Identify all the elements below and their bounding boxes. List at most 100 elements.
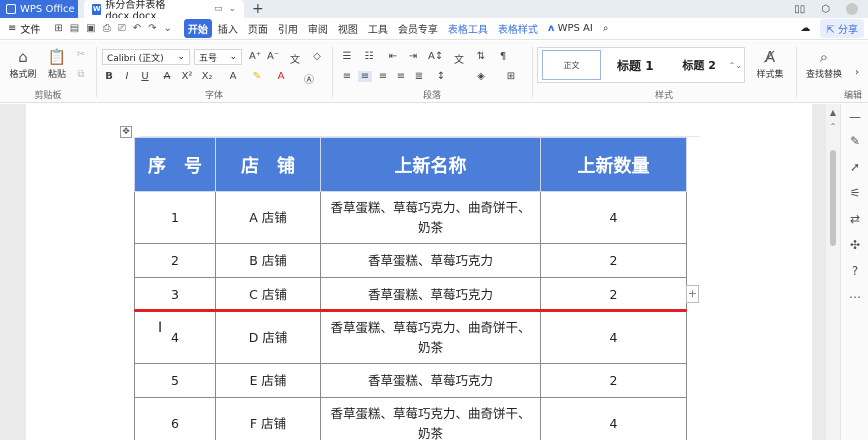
new-file-icon[interactable]: ⊞ (54, 23, 62, 34)
table-cell[interactable]: 4 (134, 311, 216, 364)
document-tab[interactable]: W 拆分合并表格docx.docx ▭ ⌄ (84, 0, 244, 22)
collapse-icon[interactable]: — (848, 110, 862, 124)
style-normal[interactable]: 正文 (542, 50, 601, 80)
style-heading1[interactable]: 标题 1 (601, 50, 670, 80)
table-cell[interactable]: 4 (540, 397, 687, 440)
file-menu[interactable]: ≡ 文件 (0, 21, 48, 36)
char-border-icon[interactable]: Ⓐ (302, 71, 316, 86)
align-center-icon[interactable]: ≡ (358, 71, 372, 82)
save-icon[interactable]: ▣ (86, 23, 95, 34)
chevron-down-icon[interactable]: ⌄ (163, 23, 171, 34)
find-replace-button[interactable]: ⌕ 查找替换 (802, 47, 846, 80)
app-tab[interactable]: WPS Office (0, 0, 78, 18)
strikethrough-icon[interactable]: A (160, 71, 174, 82)
table-cell[interactable]: 香草蛋糕、草莓巧克力 (320, 277, 541, 312)
print-icon[interactable]: ⎚ (118, 23, 126, 34)
tab-wps-ai[interactable]: ʌ WPS AI (544, 21, 597, 36)
table-cell[interactable]: E 店铺 (215, 363, 321, 398)
show-marks-icon[interactable]: ¶ (496, 51, 510, 62)
cut-icon[interactable]: ✂ (74, 49, 88, 60)
tab-insert[interactable]: 插入 (214, 19, 242, 38)
tab-references[interactable]: 引用 (274, 19, 302, 38)
text-effect-icon[interactable]: A (226, 71, 240, 82)
table-cell[interactable]: 5 (134, 363, 216, 398)
tab-page[interactable]: 页面 (244, 19, 272, 38)
table-cell[interactable]: F 店铺 (215, 397, 321, 440)
table-cell[interactable]: B 店铺 (215, 243, 321, 278)
table-cell[interactable]: 4 (540, 311, 687, 364)
table-cell[interactable]: C 店铺 (215, 277, 321, 312)
tab-review[interactable]: 审阅 (304, 19, 332, 38)
shrink-font-icon[interactable]: A⁻ (266, 51, 280, 62)
header-cell-item-count[interactable]: 上新数量 (540, 137, 687, 192)
style-set-button[interactable]: A̸ 样式集 (750, 47, 790, 80)
open-icon[interactable]: ▤ (70, 23, 79, 34)
tab-table-style[interactable]: 表格样式 (494, 19, 542, 38)
clear-format-icon[interactable]: ◇ (310, 51, 324, 62)
avatar[interactable] (846, 3, 858, 15)
chevron-down-icon[interactable]: ⌄ (228, 4, 236, 14)
tools-icon[interactable]: ✣ (848, 238, 862, 252)
print-preview-icon[interactable]: ⎙ (103, 23, 111, 34)
tab-home[interactable]: 开始 (183, 19, 212, 38)
table-cell[interactable]: 香草蛋糕、草莓巧克力、曲奇饼干、奶茶 (320, 191, 541, 244)
cube-icon[interactable]: ⬡ (821, 4, 830, 15)
phonetic-icon[interactable]: 文 (288, 51, 302, 66)
table-cell[interactable]: 香草蛋糕、草莓巧克力、曲奇饼干、奶茶 (320, 311, 541, 364)
grow-font-icon[interactable]: A⁺ (248, 51, 262, 62)
undo-icon[interactable]: ↶ (133, 23, 141, 34)
table-cell[interactable]: 2 (540, 363, 687, 398)
scroll-up-page-icon[interactable]: ⌃ (826, 122, 840, 131)
table-cell[interactable]: 2 (134, 243, 216, 278)
table-cell[interactable]: 2 (540, 243, 687, 278)
numbered-list-icon[interactable]: ☷ (362, 51, 376, 62)
table-cell[interactable]: D 店铺 (215, 311, 321, 364)
font-name-select[interactable]: Calibri (正文) ⌄ (102, 49, 190, 65)
superscript-icon[interactable]: X² (180, 71, 194, 82)
subscript-icon[interactable]: X₂ (200, 71, 214, 82)
more-icon[interactable]: ⋯ (848, 290, 862, 304)
table-cell[interactable]: 4 (540, 191, 687, 244)
table-cell[interactable]: 香草蛋糕、草莓巧克力、曲奇饼干、奶茶 (320, 397, 541, 440)
tab-view[interactable]: 视图 (334, 19, 362, 38)
translate-icon[interactable]: ⇄ (848, 212, 862, 226)
layout-icon[interactable]: ▯▯ (794, 4, 805, 15)
underline-icon[interactable]: U (138, 71, 152, 82)
bullet-list-icon[interactable]: ☰ (340, 51, 354, 62)
justify-icon[interactable]: ≡ (394, 71, 408, 82)
cloud-icon[interactable]: ☁ (800, 23, 810, 34)
table-cell[interactable]: A 店铺 (215, 191, 321, 244)
chinese-layout-icon[interactable]: 文 (452, 51, 466, 66)
shading-icon[interactable]: ◈ (474, 71, 488, 82)
redo-icon[interactable]: ↷ (148, 23, 156, 34)
decrease-indent-icon[interactable]: ⇤ (386, 51, 400, 62)
vertical-scrollbar[interactable]: ▲ ⌃ (826, 104, 840, 440)
header-cell-item-name[interactable]: 上新名称 (320, 137, 541, 192)
table-cell[interactable]: 3 (134, 277, 216, 312)
table-cell[interactable]: 1 (134, 191, 216, 244)
pen-icon[interactable]: ✎ (848, 134, 862, 148)
tab-member[interactable]: 会员专享 (394, 19, 442, 38)
ribbon-scroll-right-icon[interactable]: › (850, 67, 864, 78)
table-cell[interactable]: 6 (134, 397, 216, 440)
add-row-button[interactable]: + (686, 285, 699, 303)
sort-icon[interactable]: ⇅ (474, 51, 488, 62)
data-table[interactable]: 序 号 店 铺 上新名称 上新数量 1 A 店铺 香草蛋糕、草莓巧克力、曲奇饼干… (134, 137, 687, 440)
font-color-icon[interactable]: A (274, 71, 288, 82)
scroll-up-icon[interactable]: ▲ (826, 108, 840, 117)
format-painter-button[interactable]: ⌂ 格式刷 (6, 47, 40, 80)
style-gallery-expand-icon[interactable]: ⌃⌄ (729, 61, 744, 70)
monitor-icon[interactable]: ▭ (214, 4, 223, 14)
table-cell[interactable]: 2 (540, 277, 687, 312)
adjust-icon[interactable]: ⚟ (848, 186, 862, 200)
font-size-select[interactable]: 五号 ⌄ (194, 49, 242, 65)
scrollbar-thumb[interactable] (830, 150, 836, 246)
distribute-icon[interactable]: ≣ (412, 71, 426, 82)
style-heading2[interactable]: 标题 2 (670, 50, 729, 80)
table-cell[interactable]: 香草蛋糕、草莓巧克力 (320, 363, 541, 398)
tab-tools[interactable]: 工具 (364, 19, 392, 38)
copy-icon[interactable]: ⧉ (74, 69, 88, 80)
paste-button[interactable]: 📋 粘贴 (40, 47, 74, 80)
highlight-icon[interactable]: ✎ (250, 71, 264, 82)
share-button[interactable]: ⇱ 分享 (820, 19, 864, 38)
